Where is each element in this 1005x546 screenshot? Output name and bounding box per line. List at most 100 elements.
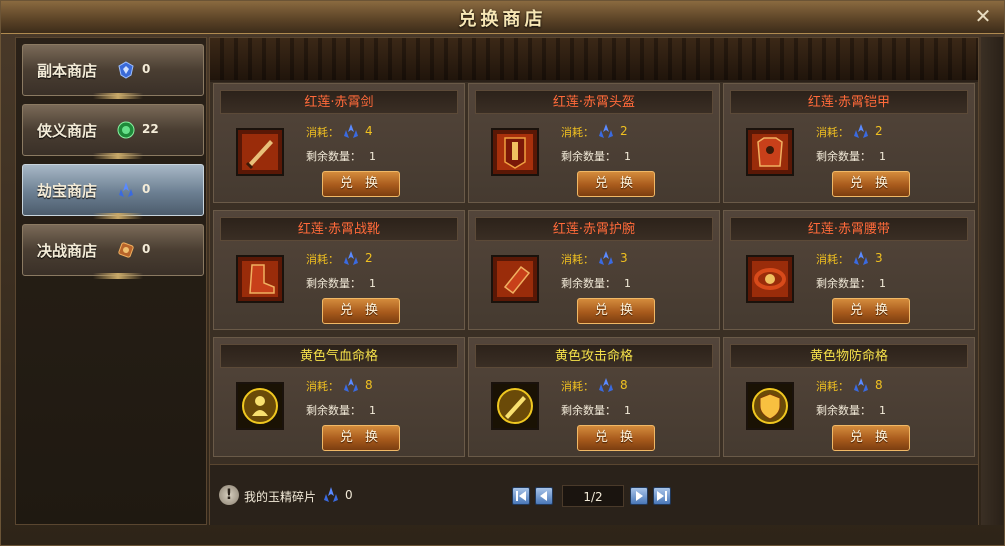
remaining-value: 1 <box>879 277 886 290</box>
jade-shard-icon <box>344 251 358 265</box>
cost-label: 消耗： <box>306 126 339 139</box>
exchange-button[interactable]: 兑 换 <box>577 171 655 197</box>
next-page-icon <box>636 491 643 501</box>
close-icon[interactable]: ✕ <box>972 5 994 27</box>
exchange-button[interactable]: 兑 换 <box>832 298 910 324</box>
sidebar-item-count: 0 <box>142 182 151 196</box>
remaining-value: 1 <box>369 404 376 417</box>
item-thumbnail[interactable] <box>236 382 284 430</box>
item-name: 红莲·赤霄腰带 <box>730 217 968 241</box>
remaining-value: 1 <box>879 404 886 417</box>
bracer-icon <box>493 257 537 301</box>
item-thumbnail[interactable] <box>491 382 539 430</box>
exchange-button[interactable]: 兑 换 <box>832 425 910 451</box>
cost-value: 3 <box>875 251 883 265</box>
cost-label: 消耗： <box>306 253 339 266</box>
remaining-label: 剩余数量： <box>816 404 871 417</box>
jade-shard-icon <box>324 487 338 502</box>
sidebar-item-chivalry-shop[interactable]: 侠义商店 22 <box>22 104 204 159</box>
item-name: 红莲·赤霄剑 <box>220 90 458 114</box>
remaining-label: 剩余数量： <box>816 150 871 163</box>
title-bar[interactable]: 兑换商店 ✕ <box>1 1 1004 34</box>
exchange-button[interactable]: 兑 换 <box>577 425 655 451</box>
remaining-quantity: 剩余数量： 1 <box>561 275 631 291</box>
divider-ornament <box>93 213 143 219</box>
item-thumbnail[interactable] <box>491 255 539 303</box>
roof-decoration <box>210 38 978 82</box>
helmet-icon <box>493 130 537 174</box>
sidebar-item-label: 劫宝商店 <box>37 182 98 200</box>
remaining-value: 1 <box>879 150 886 163</box>
prev-page-button[interactable] <box>535 487 553 505</box>
sidebar-item-count: 22 <box>142 122 159 136</box>
item-name: 黄色攻击命格 <box>475 344 713 368</box>
right-border <box>981 37 1003 525</box>
window-title: 兑换商店 <box>458 9 547 30</box>
next-page-button[interactable] <box>630 487 648 505</box>
remaining-value: 1 <box>624 404 631 417</box>
fragment-count: 0 <box>345 488 353 502</box>
sidebar-item-treasure-shop[interactable]: 劫宝商店 0 <box>22 164 204 219</box>
cost-value: 8 <box>365 378 373 392</box>
page-indicator: 1/2 <box>562 485 624 507</box>
cost-value: 2 <box>875 124 883 138</box>
jade-shard-icon <box>344 378 358 392</box>
prev-page-icon <box>540 491 547 501</box>
remaining-label: 剩余数量： <box>306 150 361 163</box>
sidebar-item-label: 决战商店 <box>37 242 98 260</box>
remaining-value: 1 <box>624 150 631 163</box>
attack-rune-icon <box>493 384 537 428</box>
remaining-quantity: 剩余数量： 1 <box>816 148 886 164</box>
boots-icon <box>238 257 282 301</box>
blue-crest-icon <box>118 61 134 79</box>
shop-footer: ! 我的玉精碎片 0 1/2 <box>210 464 978 525</box>
exchange-button[interactable]: 兑 换 <box>322 425 400 451</box>
divider-ornament <box>93 93 143 99</box>
green-orb-icon <box>117 121 135 139</box>
item-name: 黄色物防命格 <box>730 344 968 368</box>
exchange-button[interactable]: 兑 换 <box>322 298 400 324</box>
item-name: 红莲·赤霄护腕 <box>475 217 713 241</box>
item-thumbnail[interactable] <box>746 382 794 430</box>
last-page-button[interactable] <box>653 487 671 505</box>
exchange-button[interactable]: 兑 换 <box>832 171 910 197</box>
jade-shard-icon <box>599 251 613 265</box>
info-icon[interactable]: ! <box>219 485 239 505</box>
defense-rune-icon <box>748 384 792 428</box>
divider-ornament <box>93 153 143 159</box>
cost-value: 8 <box>875 378 883 392</box>
cost-label: 消耗： <box>561 380 594 393</box>
shop-item-card: 红莲·赤霄头盔 消耗： 2 剩余数量： 1 兑 换 <box>468 83 720 203</box>
item-name: 红莲·赤霄战靴 <box>220 217 458 241</box>
jade-shard-icon <box>854 124 868 138</box>
remaining-value: 1 <box>369 150 376 163</box>
shop-item-card: 红莲·赤霄战靴 消耗： 2 剩余数量： 1 兑 换 <box>213 210 465 330</box>
exchange-button[interactable]: 兑 换 <box>577 298 655 324</box>
sidebar-item-dungeon-shop[interactable]: 副本商店 0 <box>22 44 204 99</box>
item-thumbnail[interactable] <box>746 128 794 176</box>
remaining-value: 1 <box>369 277 376 290</box>
sidebar-item-battle-shop[interactable]: 决战商店 0 <box>22 224 204 279</box>
vitality-rune-icon <box>238 384 282 428</box>
jade-shard-icon <box>344 124 358 138</box>
item-thumbnail[interactable] <box>491 128 539 176</box>
item-thumbnail[interactable] <box>236 128 284 176</box>
shop-panel: 红莲·赤霄剑 消耗： 4 剩余数量： 1 兑 换红莲·赤霄头盔 消耗： 2 剩余数量： 1 兑 换红… <box>209 37 979 525</box>
cost-label: 消耗： <box>816 126 849 139</box>
cost-label: 消耗： <box>306 380 339 393</box>
first-page-button[interactable] <box>512 487 530 505</box>
item-thumbnail[interactable] <box>746 255 794 303</box>
item-thumbnail[interactable] <box>236 255 284 303</box>
jade-shard-icon <box>119 182 133 197</box>
bronze-medal-icon <box>118 242 134 258</box>
cost-value: 3 <box>620 251 628 265</box>
remaining-label: 剩余数量： <box>306 404 361 417</box>
remaining-label: 剩余数量： <box>561 404 616 417</box>
jade-shard-icon <box>854 251 868 265</box>
sidebar-item-label: 侠义商店 <box>37 122 98 140</box>
exchange-button[interactable]: 兑 换 <box>322 171 400 197</box>
shop-item-card: 黄色气血命格 消耗： 8 剩余数量： 1 兑 换 <box>213 337 465 457</box>
sidebar-item-count: 0 <box>142 62 151 76</box>
last-page-icon <box>657 491 667 501</box>
belt-icon <box>748 257 792 301</box>
